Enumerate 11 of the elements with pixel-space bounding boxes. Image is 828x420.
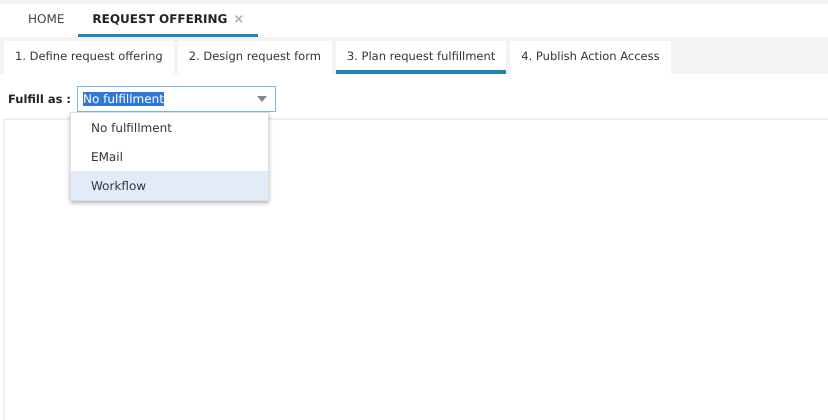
step-tab[interactable]: 1. Define request offering (4, 41, 174, 74)
step-tab[interactable]: 4. Publish Action Access (510, 41, 671, 74)
dropdown-option[interactable]: EMail (71, 142, 268, 171)
tab[interactable]: HOME (14, 4, 78, 37)
step-tab[interactable]: 2. Design request form (178, 41, 332, 74)
field-label: Fulfill as : (8, 92, 72, 106)
step-tab[interactable]: 3. Plan request fulfillment (336, 41, 506, 74)
fulfill-dropdown[interactable]: No fulfillment (77, 86, 276, 112)
dropdown-option[interactable]: Workflow (71, 171, 268, 200)
dropdown-option[interactable]: No fulfillment (71, 113, 268, 142)
caret-icon (257, 96, 268, 102)
